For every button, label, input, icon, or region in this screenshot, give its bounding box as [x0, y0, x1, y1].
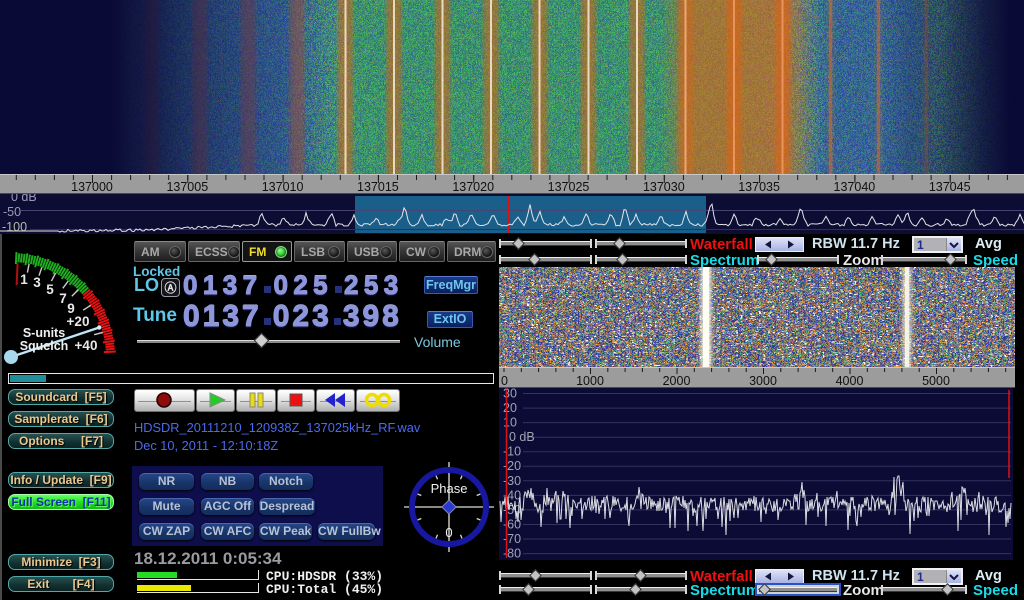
svg-text:0: 0: [445, 525, 452, 540]
svg-text:137000: 137000: [71, 180, 113, 194]
svg-text:Squelch: Squelch: [20, 339, 69, 353]
svg-text:-10: -10: [503, 445, 521, 459]
svg-text:30: 30: [503, 388, 517, 401]
svg-text:2000: 2000: [663, 374, 691, 388]
svg-text:1: 1: [20, 272, 28, 287]
svg-text:0 dB: 0 dB: [509, 430, 535, 444]
svg-text:S-units: S-units: [23, 326, 65, 340]
svg-text:0: 0: [501, 374, 508, 388]
svg-text:3: 3: [33, 275, 41, 290]
svg-text:137025: 137025: [548, 180, 590, 194]
svg-text:1000: 1000: [576, 374, 604, 388]
svg-text:137045: 137045: [929, 180, 971, 194]
svg-text:+20: +20: [67, 314, 90, 329]
svg-text:-80: -80: [503, 547, 521, 560]
svg-text:137035: 137035: [738, 180, 780, 194]
svg-text:137030: 137030: [643, 180, 685, 194]
svg-text:+40: +40: [75, 338, 98, 353]
svg-text:7: 7: [59, 291, 67, 306]
svg-text:3000: 3000: [749, 374, 777, 388]
svg-text:137015: 137015: [357, 180, 399, 194]
svg-text:5000: 5000: [922, 374, 950, 388]
svg-text:137020: 137020: [452, 180, 494, 194]
svg-text:Phase: Phase: [431, 481, 468, 496]
svg-text:137005: 137005: [166, 180, 208, 194]
svg-text:-30: -30: [503, 474, 521, 488]
svg-text:4000: 4000: [836, 374, 864, 388]
svg-text:10: 10: [503, 416, 517, 430]
svg-text:137040: 137040: [834, 180, 876, 194]
svg-text:137010: 137010: [262, 180, 304, 194]
svg-text:20: 20: [503, 401, 517, 415]
svg-text:5: 5: [46, 282, 54, 297]
svg-text:-70: -70: [503, 532, 521, 546]
svg-text:-20: -20: [503, 459, 521, 473]
